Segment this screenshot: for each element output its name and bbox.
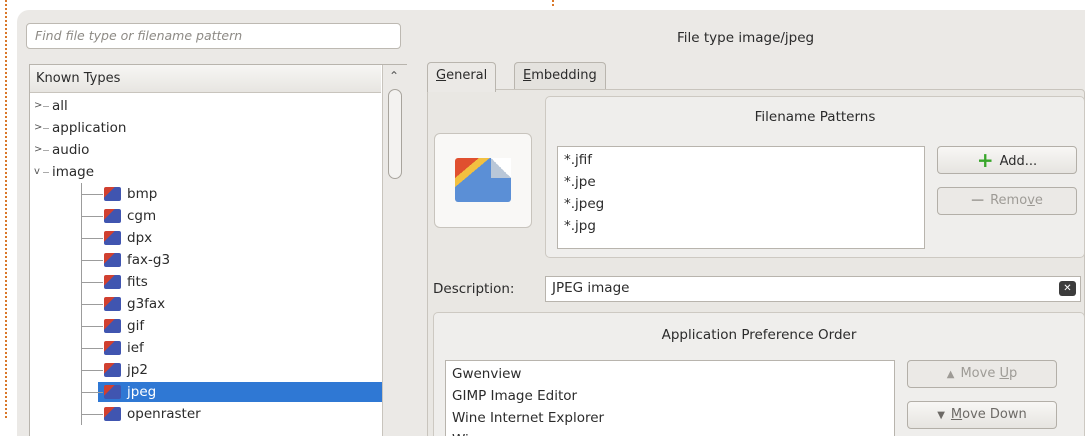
image-file-icon (104, 275, 121, 289)
pattern-item[interactable]: *.jpe (564, 171, 918, 193)
tab-embedding[interactable]: Embedding (514, 62, 606, 90)
applications-list[interactable]: Gwenview GIMP Image Editor Wine Internet E… (445, 360, 895, 436)
tree-connector (81, 304, 103, 305)
tree-item-label: jpeg (127, 384, 157, 400)
tree-connector (81, 326, 103, 327)
mime-icon-button[interactable] (434, 133, 532, 228)
tree-item-label: audio (52, 142, 90, 158)
tree-item-label: dpx (127, 230, 153, 246)
tree-item-fits[interactable]: fits (30, 271, 381, 293)
tree-item-label: image (52, 164, 95, 180)
tree-item-audio[interactable]: > audio (30, 139, 381, 161)
clear-text-icon[interactable]: ✕ (1059, 281, 1076, 296)
tree-item-jpeg[interactable]: jpeg (30, 381, 390, 403)
tree-item-bmp[interactable]: bmp (30, 183, 381, 205)
dotted-guide-mark (552, 0, 554, 6)
down-triangle-icon: ▼ (937, 410, 945, 421)
tree-item-label: fits (127, 274, 148, 290)
tree-connector (81, 348, 103, 349)
add-label: Add... (999, 154, 1038, 169)
plus-icon: + (976, 148, 994, 172)
tree-item-label: gif (127, 318, 145, 334)
application-item[interactable]: Wine Internet Explorer (452, 407, 888, 429)
tree-connector (81, 238, 103, 239)
pattern-item[interactable]: *.jfif (564, 149, 918, 171)
tree-header[interactable]: Known Types (30, 65, 381, 93)
application-item[interactable]: GIMP Image Editor (452, 385, 888, 407)
page-fold-icon (491, 158, 511, 178)
tree-item-application[interactable]: > application (30, 117, 381, 139)
up-triangle-icon: ▲ (946, 369, 955, 380)
add-pattern-button[interactable]: + Add... (937, 146, 1077, 174)
tree-item-fax-g3[interactable]: fax-g3 (30, 249, 381, 271)
move-up-label: Move Up (960, 366, 1018, 381)
tree-item-jp2[interactable]: jp2 (30, 359, 381, 381)
pattern-item[interactable]: *.jpeg (564, 193, 918, 215)
image-file-icon (104, 385, 121, 399)
tree-item-cgm[interactable]: cgm (30, 205, 381, 227)
dotted-guide-line (5, 0, 7, 418)
scrollbar-thumb[interactable] (388, 89, 402, 179)
tree-item-image[interactable]: v image (30, 161, 381, 183)
tree-connector (43, 128, 49, 129)
search-input[interactable]: Find file type or filename pattern (26, 23, 401, 49)
remove-pattern-button[interactable]: — Remove (937, 187, 1077, 215)
tab-general[interactable]: General (427, 62, 497, 92)
image-file-icon (104, 297, 121, 311)
tree-connector (81, 216, 103, 217)
tree-connector (81, 282, 103, 283)
image-file-icon (104, 341, 121, 355)
tree-item-openraster[interactable]: openraster (30, 403, 381, 425)
tree-rows: > all > application > audio v image bmp cgm dpx fax… (30, 95, 390, 425)
tree-item-gif[interactable]: gif (30, 315, 381, 337)
tree-connector (81, 260, 103, 261)
tree-item-dpx[interactable]: dpx (30, 227, 381, 249)
tree-item-ief[interactable]: ief (30, 337, 381, 359)
tree-connector (43, 106, 49, 107)
known-types-tree[interactable]: Known Types > all > application > audio v image… (29, 64, 407, 436)
application-item[interactable]: Gwenview (452, 363, 888, 385)
move-down-button[interactable]: ▼ Move Down (907, 401, 1057, 429)
pattern-item[interactable]: *.jpg (564, 215, 918, 237)
tree-item-label: fax-g3 (127, 252, 171, 268)
patterns-list[interactable]: *.jfif *.jpe *.jpeg *.jpg (557, 146, 925, 249)
image-file-icon (104, 231, 121, 245)
application-item[interactable]: Wine exec.exe (452, 429, 888, 436)
tree-item-label: g3fax (127, 296, 166, 312)
image-file-icon (104, 407, 121, 421)
tree-connector (81, 414, 103, 415)
filename-patterns-title: Filename Patterns (754, 109, 876, 125)
tree-item-label: ief (127, 340, 144, 356)
image-file-icon (104, 253, 121, 267)
tree-connector (43, 150, 49, 151)
description-label: Description: (433, 281, 515, 297)
image-file-icon (104, 363, 121, 377)
description-value: JPEG image (552, 280, 630, 296)
tree-item-label: application (52, 120, 127, 136)
tree-connector (81, 194, 103, 195)
image-file-icon (104, 187, 121, 201)
tree-connector (43, 172, 49, 173)
tree-item-label: openraster (127, 406, 201, 422)
tree-item-all[interactable]: > all (30, 95, 381, 117)
scroll-up-arrow-icon[interactable]: ⌃ (389, 69, 399, 83)
file-types-window: Find file type or filename pattern Known… (17, 10, 1085, 436)
move-up-button[interactable]: ▲ Move Up (907, 360, 1057, 388)
remove-label: Remove (990, 193, 1043, 208)
image-file-icon (104, 319, 121, 333)
tree-item-label: all (52, 98, 68, 114)
tree-item-label: jp2 (127, 362, 148, 378)
tree-item-g3fax[interactable]: g3fax (30, 293, 381, 315)
image-file-icon (104, 209, 121, 223)
file-type-title: File type image/jpeg (677, 30, 815, 46)
move-down-label: Move Down (950, 407, 1027, 422)
tree-connector (81, 392, 103, 393)
app-preference-title: Application Preference Order (661, 327, 857, 343)
tree-scrollbar[interactable]: ⌃ (382, 65, 407, 436)
description-field[interactable]: JPEG image ✕ (545, 276, 1081, 302)
tree-item-label: bmp (127, 186, 158, 202)
minus-icon: — (971, 193, 985, 208)
tree-item-label: cgm (127, 208, 157, 224)
tree-connector (81, 370, 103, 371)
